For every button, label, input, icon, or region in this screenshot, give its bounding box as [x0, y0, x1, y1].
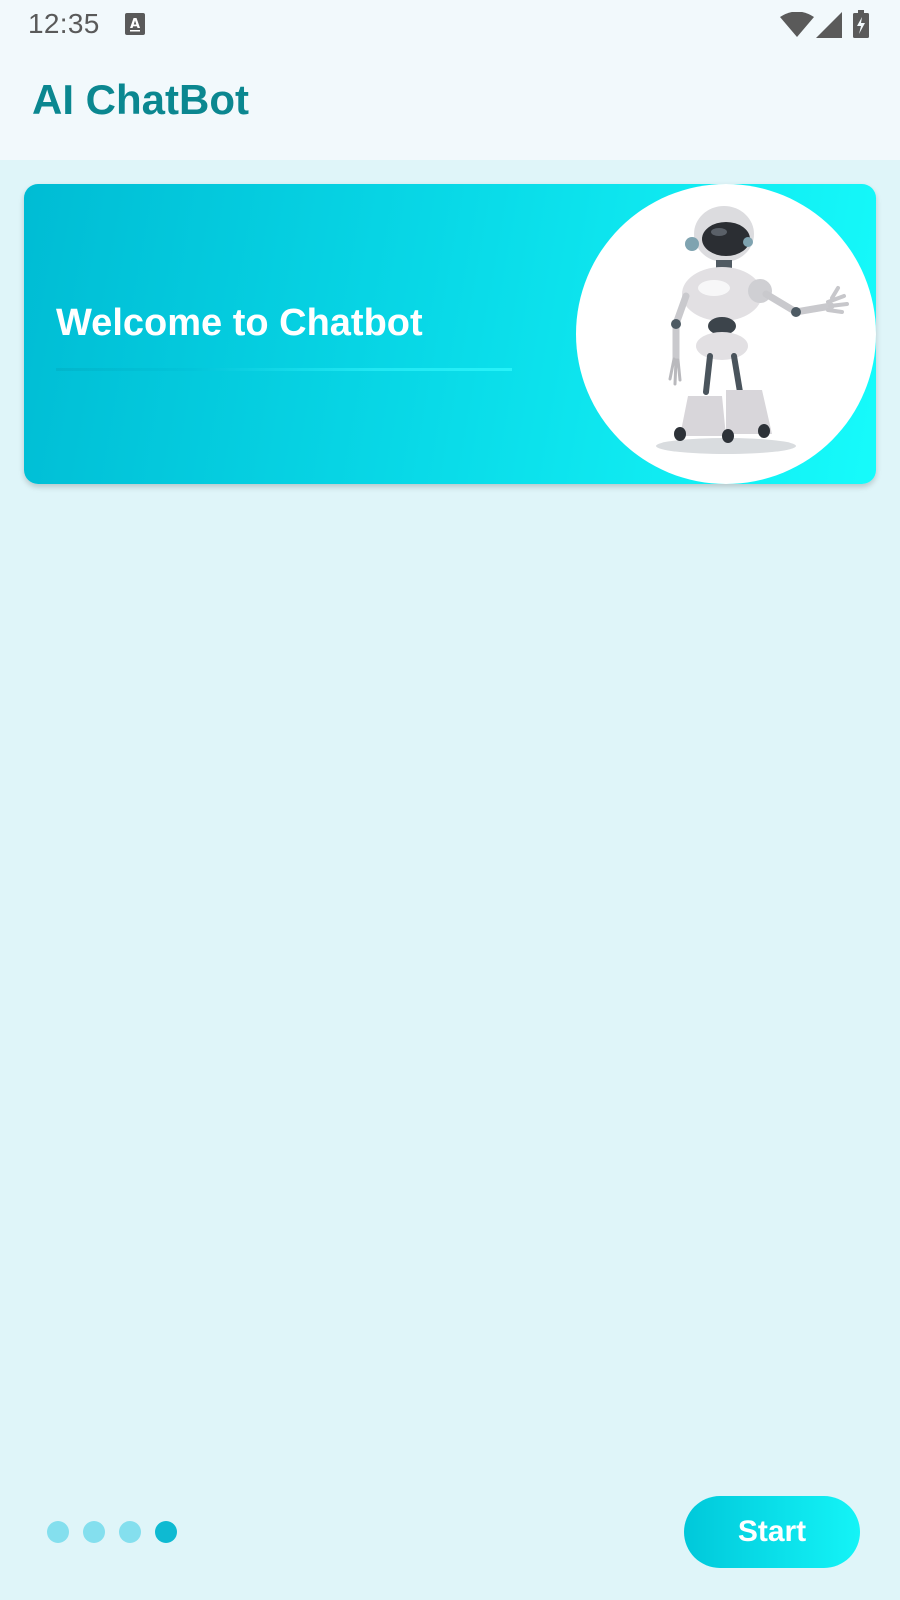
status-bar: 12:35 A	[0, 0, 900, 50]
cell-signal-icon	[816, 12, 842, 38]
start-button[interactable]: Start	[684, 1496, 860, 1568]
page-dot-active[interactable]	[155, 1521, 177, 1543]
keyboard-a-icon: A	[125, 13, 145, 35]
robot-image	[576, 184, 876, 484]
welcome-title: Welcome to Chatbot	[56, 302, 423, 344]
status-time: 12:35	[28, 8, 100, 39]
page-dot[interactable]	[119, 1521, 141, 1543]
welcome-underline	[56, 368, 512, 371]
svg-text:A: A	[130, 17, 140, 32]
welcome-card: Welcome to Chatbot	[24, 184, 876, 484]
battery-charging-icon	[853, 10, 869, 38]
wifi-icon	[780, 11, 814, 38]
app-title: AI ChatBot	[32, 76, 249, 123]
page-dot[interactable]	[47, 1521, 69, 1543]
robot-illustration	[656, 206, 849, 454]
app-bar: AI ChatBot	[0, 50, 900, 160]
page-dot[interactable]	[83, 1521, 105, 1543]
onboarding-screen: 12:35 A AI ChatBot Welcome to Chatbot St…	[0, 0, 900, 1600]
